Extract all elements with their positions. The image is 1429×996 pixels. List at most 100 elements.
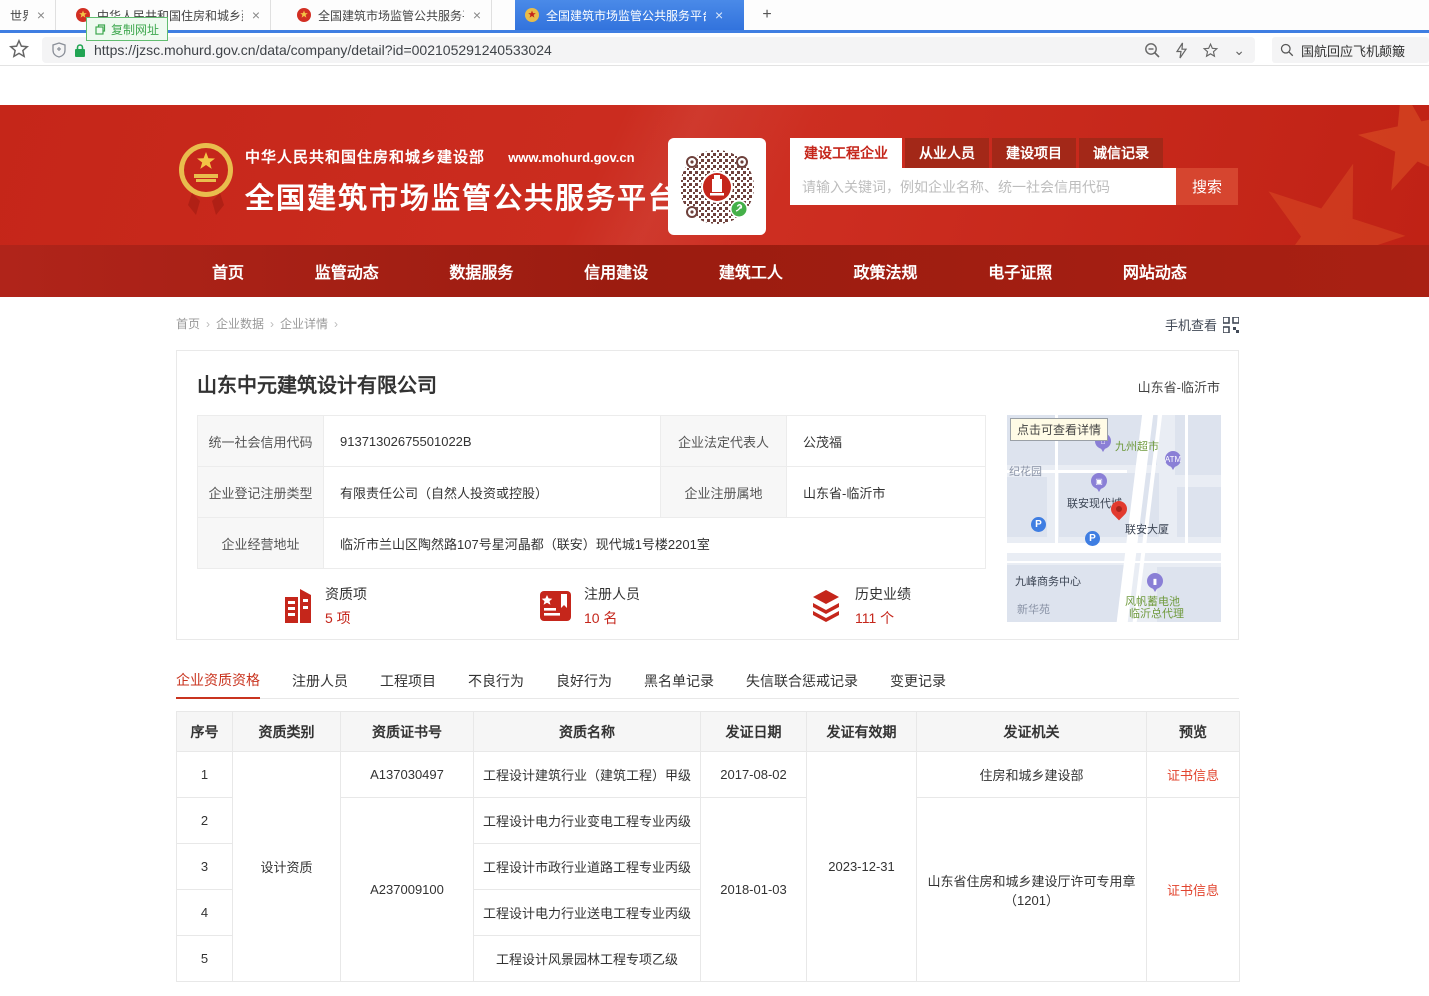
- certificate-info-link[interactable]: 证书信息: [1167, 883, 1219, 898]
- search-tab-project[interactable]: 建设项目: [992, 138, 1076, 168]
- map-label: 纪花园: [1009, 463, 1042, 479]
- map-road: [1007, 543, 1221, 553]
- search-button[interactable]: 搜索: [1176, 168, 1238, 205]
- search-icon: [1280, 43, 1294, 57]
- nav-item-data-service[interactable]: 数据服务: [449, 259, 513, 283]
- lightning-icon[interactable]: [1175, 42, 1188, 59]
- copy-url-tooltip: 复制网址: [86, 17, 168, 41]
- map-tooltip: 点击可查看详情: [1010, 418, 1108, 441]
- breadcrumb-sep-icon: ›: [270, 317, 274, 331]
- table-row: 企业经营地址 临沂市兰山区陶然路107号星河晶都（联安）现代城1号楼2201室: [198, 518, 986, 569]
- cell-validity: 2023-12-31: [807, 752, 917, 982]
- zoom-out-icon[interactable]: [1144, 42, 1161, 59]
- tab-registered-personnel[interactable]: 注册人员: [292, 663, 348, 699]
- quick-search-box[interactable]: 国航回应飞机颠簸: [1272, 37, 1429, 63]
- breadcrumb: 首页 › 企业数据 › 企业详情 ›: [176, 315, 338, 332]
- breadcrumb-sep-icon: ›: [334, 317, 338, 331]
- stat-value: 10 名: [584, 608, 640, 628]
- primary-nav: 首页 监管动态 数据服务 信用建设 建筑工人 政策法规 电子证照 网站动态: [0, 245, 1429, 297]
- cell-seq: 2: [177, 798, 233, 844]
- header-search: 建设工程企业 从业人员 建设项目 诚信记录 搜索: [790, 138, 1238, 205]
- new-tab-button[interactable]: +: [755, 4, 779, 26]
- tab-dishonesty-records[interactable]: 失信联合惩戒记录: [746, 663, 858, 699]
- browser-tab-jzsc-active[interactable]: 全国建筑市场监管公共服务平台 ×: [515, 0, 744, 30]
- site-title: 全国建筑市场监管公共服务平台: [245, 175, 679, 217]
- tab-projects[interactable]: 工程项目: [380, 663, 436, 699]
- bank-poi-icon: ▣: [1091, 473, 1107, 489]
- tab-title: 世界: [10, 7, 28, 24]
- tab-close-icon[interactable]: ×: [252, 7, 260, 23]
- col-seq: 序号: [177, 712, 233, 752]
- location-map[interactable]: 点击可查看详情 ⌂ 九州超市 ATM 纪花园 ▣ 联安现代城 P P 联安大厦 …: [1007, 415, 1221, 622]
- chevron-down-icon[interactable]: ⌄: [1233, 45, 1245, 55]
- nav-item-supervision[interactable]: 监管动态: [315, 259, 379, 283]
- copy-icon: [95, 24, 106, 35]
- info-label: 统一社会信用代码: [198, 416, 324, 467]
- search-tab-personnel[interactable]: 从业人员: [905, 138, 989, 168]
- qualification-table: 序号 资质类别 资质证书号 资质名称 发证日期 发证有效期 发证机关 预览 1 …: [176, 711, 1240, 982]
- tab-blacklist[interactable]: 黑名单记录: [644, 663, 714, 699]
- stat-value: 5 项: [325, 608, 367, 628]
- breadcrumb-home[interactable]: 首页: [176, 315, 200, 332]
- map-label: 九峰商务中心: [1015, 573, 1081, 589]
- cell-qual-name: 工程设计建筑行业（建筑工程）甲级: [474, 752, 701, 798]
- mobile-view-control[interactable]: 手机查看: [1165, 315, 1239, 334]
- quick-search-text: 国航回应飞机颠簸: [1301, 41, 1405, 60]
- nav-item-e-license[interactable]: 电子证照: [988, 259, 1052, 283]
- tab-bad-behavior[interactable]: 不良行为: [468, 663, 524, 699]
- bookmark-star-icon[interactable]: [8, 38, 32, 62]
- certificate-book-icon: [539, 590, 572, 622]
- tab-change-records[interactable]: 变更记录: [890, 663, 946, 699]
- tab-close-icon[interactable]: ×: [715, 7, 723, 23]
- credit-code-value: 91371302675501022B: [324, 416, 661, 467]
- info-label: 企业经营地址: [198, 518, 324, 569]
- registration-type-value: 有限责任公司（自然人投资或控股）: [324, 467, 661, 518]
- tab-close-icon[interactable]: ×: [37, 7, 45, 23]
- map-label: 新华苑: [1017, 601, 1050, 617]
- favorite-star-icon[interactable]: [1202, 42, 1219, 59]
- col-cert-no: 资质证书号: [341, 712, 474, 752]
- url-text[interactable]: https://jzsc.mohurd.gov.cn/data/company/…: [94, 42, 1144, 58]
- breadcrumb-company-detail[interactable]: 企业详情: [280, 315, 328, 332]
- table-header-row: 序号 资质类别 资质证书号 资质名称 发证日期 发证有效期 发证机关 预览: [177, 712, 1240, 752]
- map-label: 联安大厦: [1125, 521, 1169, 537]
- cell-cert-no: A137030497: [341, 752, 474, 798]
- stat-qualifications: 资质项 5 项: [283, 584, 367, 628]
- info-label: 企业注册属地: [661, 467, 787, 518]
- nav-item-credit[interactable]: 信用建设: [584, 259, 648, 283]
- browser-tab-jzsc-1[interactable]: 全国建筑市场监管公共服务平台 ×: [287, 0, 492, 30]
- tab-good-behavior[interactable]: 良好行为: [556, 663, 612, 699]
- ministry-name: 中华人民共和国住房和城乡建设部: [245, 149, 485, 166]
- shield-icon[interactable]: [52, 42, 66, 58]
- url-field[interactable]: https://jzsc.mohurd.gov.cn/data/company/…: [42, 37, 1255, 63]
- breadcrumb-company-data[interactable]: 企业数据: [216, 315, 264, 332]
- stat-registered-personnel: 注册人员 10 名: [539, 584, 640, 628]
- cell-cert-no: A237009100: [341, 798, 474, 982]
- search-tab-credit[interactable]: 诚信记录: [1079, 138, 1163, 168]
- tab-close-icon[interactable]: ×: [473, 7, 481, 23]
- tab-qualifications[interactable]: 企业资质资格: [176, 663, 260, 699]
- map-label: 临沂总代理: [1129, 605, 1184, 621]
- search-tab-enterprise[interactable]: 建设工程企业: [790, 138, 902, 168]
- company-name: 山东中元建筑设计有限公司: [197, 369, 437, 398]
- keyword-search-input[interactable]: [790, 168, 1176, 205]
- qr-code-icon[interactable]: [1223, 317, 1239, 333]
- cell-issue-date: 2018-01-03: [701, 798, 807, 982]
- table-row: 统一社会信用代码 91371302675501022B 企业法定代表人 公茂福: [198, 416, 986, 467]
- cell-seq: 4: [177, 890, 233, 936]
- cell-authority: 住房和城乡建设部: [917, 752, 1147, 798]
- nav-item-policy[interactable]: 政策法规: [854, 259, 918, 283]
- browser-address-bar: https://jzsc.mohurd.gov.cn/data/company/…: [0, 33, 1429, 66]
- company-summary-panel: 山东中元建筑设计有限公司 山东省-临沂市 统一社会信用代码 9137130267…: [176, 350, 1239, 640]
- building-icon: [283, 589, 313, 623]
- stat-history-performance: 历史业绩 111 个: [809, 584, 911, 628]
- nav-item-workers[interactable]: 建筑工人: [719, 259, 783, 283]
- authority-line: （1201）: [923, 890, 1140, 909]
- browser-tab-partial[interactable]: 世界 ×: [0, 0, 56, 30]
- lock-icon: [74, 43, 86, 58]
- certificate-info-link[interactable]: 证书信息: [1167, 768, 1219, 783]
- nav-item-site-news[interactable]: 网站动态: [1123, 259, 1187, 283]
- atm-poi-icon: ATM: [1165, 451, 1181, 467]
- nav-item-home[interactable]: 首页: [212, 259, 244, 283]
- screen: 世界 × 中华人民共和国住房和城乡建设 × 全国建筑市场监管公共服务平台 × 全…: [0, 0, 1429, 996]
